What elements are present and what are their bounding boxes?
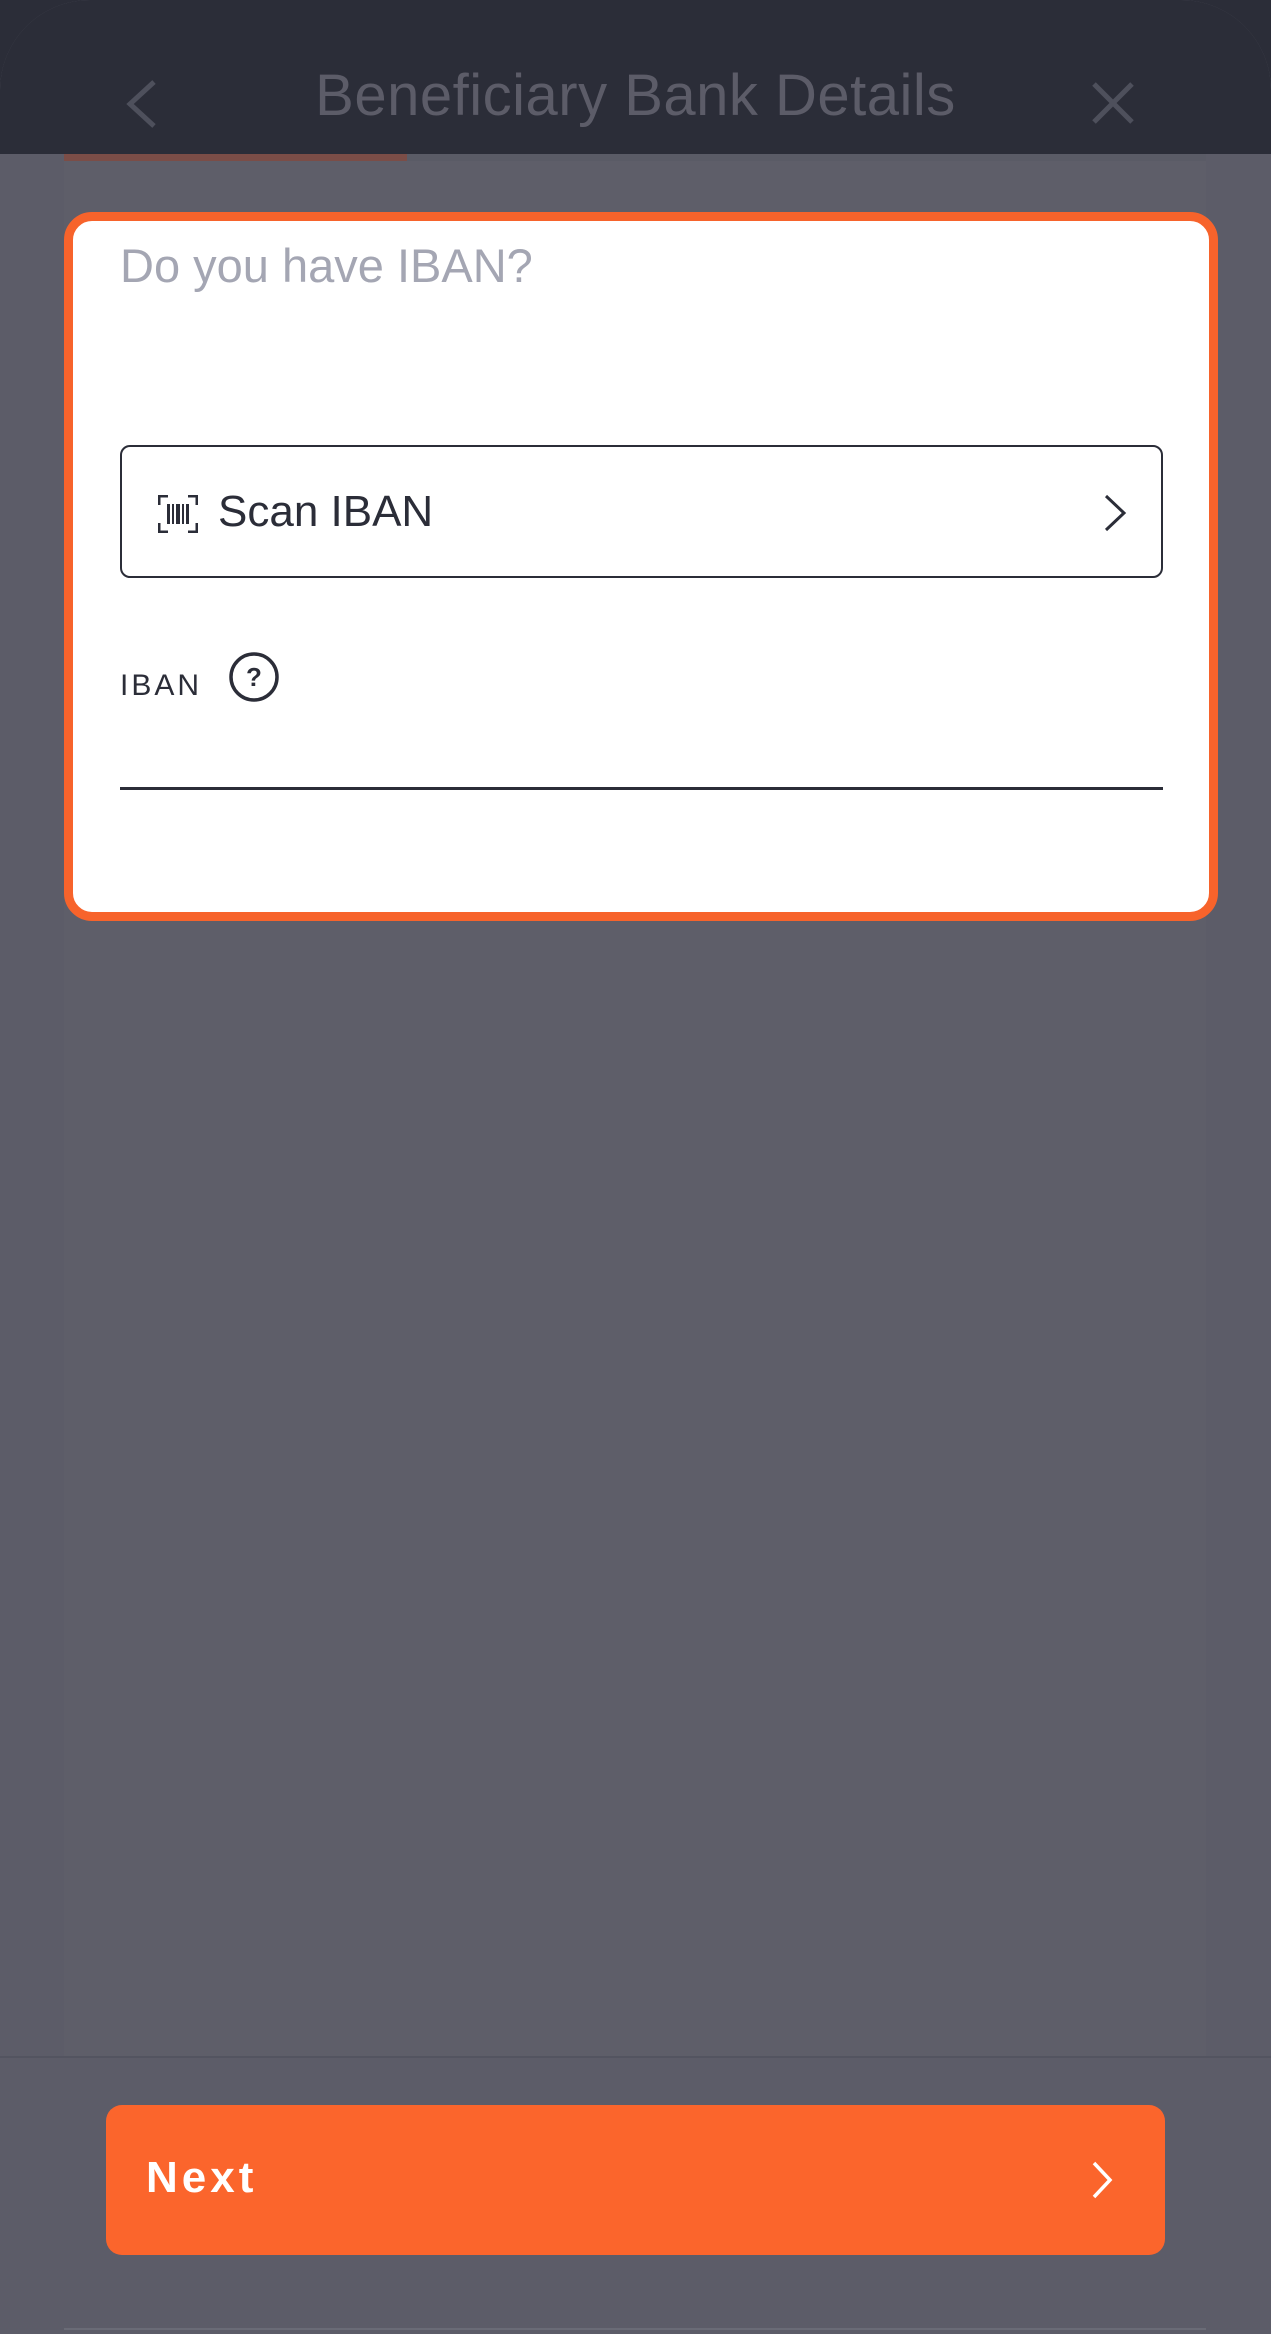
iban-card: Do you have IBAN? Scan IBAN IBAN ?: [64, 212, 1218, 921]
close-icon[interactable]: [1090, 80, 1136, 126]
question-circle-icon[interactable]: ?: [228, 651, 280, 703]
scan-iban-button[interactable]: Scan IBAN: [120, 445, 1163, 578]
iban-input[interactable]: [120, 721, 1163, 790]
progress-bar-fill: [64, 154, 407, 161]
page-title: Beneficiary Bank Details: [315, 63, 956, 128]
barcode-scan-icon: [158, 495, 198, 533]
scan-iban-label: Scan IBAN: [218, 487, 434, 536]
next-button-label: Next: [146, 2153, 258, 2202]
home-indicator-line: [64, 2328, 1206, 2330]
top-bar: Beneficiary Bank Details: [0, 0, 1271, 154]
chevron-right-icon: [1092, 2161, 1113, 2199]
footer-divider: [0, 2056, 1271, 2058]
iban-field-label: IBAN: [120, 669, 203, 702]
progress-bar: [64, 154, 1206, 161]
svg-text:?: ?: [246, 662, 262, 692]
iban-question: Do you have IBAN?: [120, 239, 533, 292]
chevron-right-icon: [1104, 494, 1127, 532]
app-screen: Beneficiary Bank Details Do you have IBA…: [0, 0, 1271, 2334]
next-button[interactable]: Next: [106, 2105, 1165, 2255]
